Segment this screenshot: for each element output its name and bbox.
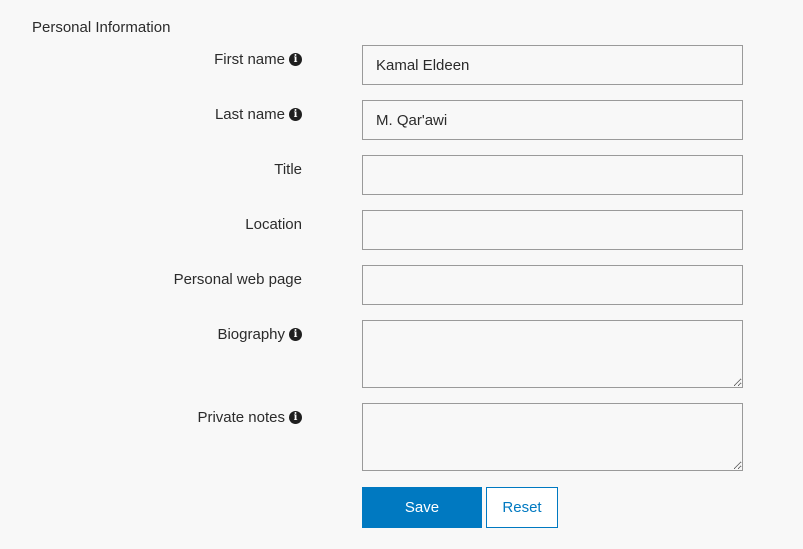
info-icon[interactable]: i (289, 53, 302, 66)
reset-button[interactable]: Reset (486, 487, 558, 528)
last-name-label-text: Last name (214, 106, 285, 123)
web-page-label-text: Personal web page (173, 271, 302, 288)
title-label-text: Title (274, 161, 302, 178)
last-name-label: Last name i (215, 106, 302, 123)
save-button[interactable]: Save (362, 487, 482, 528)
location-label: Location (245, 216, 302, 233)
last-name-input[interactable] (362, 100, 743, 140)
section-title: Personal Information (32, 19, 171, 36)
location-input[interactable] (362, 210, 743, 250)
private-notes-label-text: Private notes (197, 409, 285, 426)
info-icon[interactable]: i (289, 328, 302, 341)
web-page-label: Personal web page (174, 271, 302, 288)
first-name-label: First name i (214, 51, 302, 68)
first-name-label-text: First name (214, 51, 285, 68)
title-label: Title (274, 161, 302, 178)
web-page-input[interactable] (362, 265, 743, 305)
private-notes-label: Private notes i (197, 409, 302, 426)
biography-label-text: Biography (217, 326, 285, 343)
private-notes-textarea[interactable] (362, 403, 743, 471)
info-icon[interactable]: i (289, 108, 302, 121)
location-label-text: Location (245, 216, 302, 233)
first-name-input[interactable] (362, 45, 743, 85)
title-input[interactable] (362, 155, 743, 195)
info-icon[interactable]: i (289, 411, 302, 424)
profile-form: Personal Information First name i Last n… (0, 0, 803, 549)
biography-label: Biography i (217, 326, 302, 343)
biography-textarea[interactable] (362, 320, 743, 388)
